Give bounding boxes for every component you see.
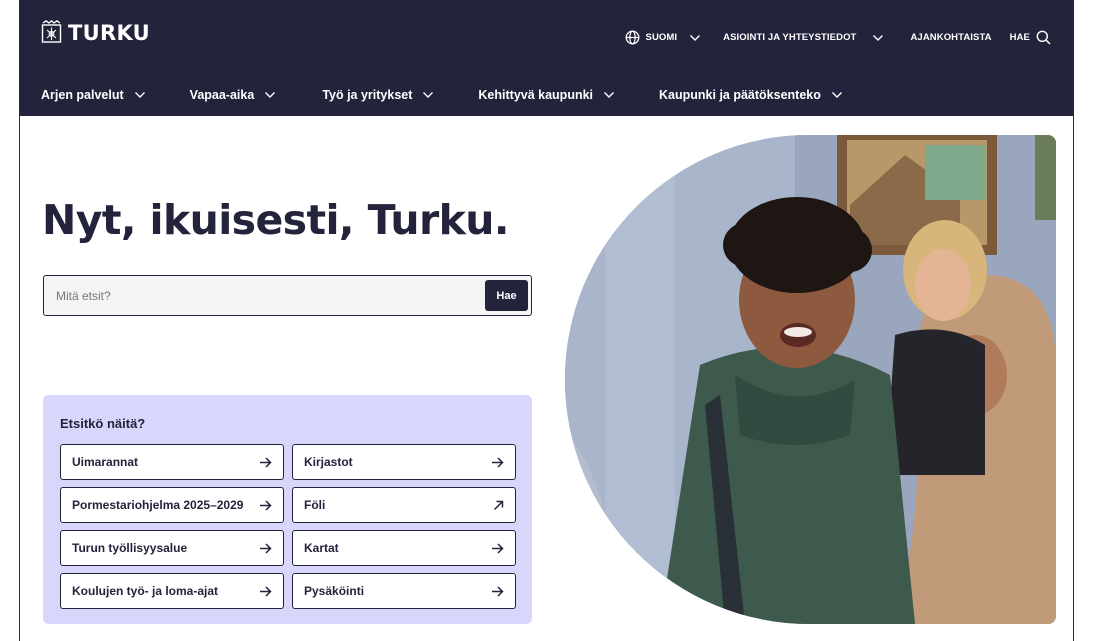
chevron-down-icon xyxy=(873,34,884,41)
quick-link-label: Pormestariohjelma 2025–2029 xyxy=(72,498,244,512)
quick-link-label: Koulujen työ- ja loma-ajat xyxy=(72,584,219,598)
nav-item-label: Työ ja yritykset xyxy=(322,88,413,102)
arrow-right-icon xyxy=(492,456,504,468)
language-selector[interactable]: SUOMI xyxy=(625,30,702,45)
students-photo-illustration xyxy=(565,135,1056,624)
quick-link-label: Föli xyxy=(304,498,326,512)
services-contacts-label: ASIOINTI JA YHTEYSTIEDOT xyxy=(723,32,857,43)
search-button[interactable]: Hae xyxy=(485,280,528,311)
chevron-down-icon xyxy=(134,92,145,98)
quick-link-label: Uimarannat xyxy=(72,455,139,469)
quick-link-beaches[interactable]: Uimarannat xyxy=(60,444,284,480)
site-search-label: HAE xyxy=(1009,32,1030,43)
news-label: AJANKOHTAISTA xyxy=(910,32,992,43)
logo-wordmark: TURKU xyxy=(68,20,151,45)
arrow-right-icon xyxy=(260,499,272,511)
quick-link-maps[interactable]: Kartat xyxy=(292,530,516,566)
chevron-down-icon xyxy=(690,34,701,41)
main-nav: Arjen palvelut Vapaa-aika Työ ja yrityks… xyxy=(41,88,843,102)
globe-icon xyxy=(625,30,639,45)
arrow-right-icon xyxy=(260,542,272,554)
suggestions-title: Etsitkö näitä? xyxy=(60,416,146,431)
quick-link-label: Pysäköinti xyxy=(304,584,365,598)
suggestions-grid: Uimarannat Kirjastot Pormestariohjelma 2… xyxy=(60,444,516,609)
quick-link-foli[interactable]: Föli xyxy=(292,487,516,523)
quick-link-school-terms[interactable]: Koulujen työ- ja loma-ajat xyxy=(60,573,284,609)
search-icon xyxy=(1036,30,1051,45)
nav-item-label: Kaupunki ja päätöksenteko xyxy=(659,88,821,102)
quick-link-employment-area[interactable]: Turun työllisyysalue xyxy=(60,530,284,566)
arrow-right-icon xyxy=(260,456,272,468)
services-contacts-menu[interactable]: ASIOINTI JA YHTEYSTIEDOT xyxy=(723,32,884,43)
hero-search: Hae xyxy=(43,275,532,316)
site-header: TURKU SUOMI ASIOINTI JA YHTEYSTIEDOT AJA… xyxy=(20,0,1073,116)
quick-link-label: Turun työllisyysalue xyxy=(72,541,188,555)
quick-link-parking[interactable]: Pysäköinti xyxy=(292,573,516,609)
chevron-down-icon xyxy=(265,92,276,98)
quick-link-libraries[interactable]: Kirjastot xyxy=(292,444,516,480)
nav-item-label: Arjen palvelut xyxy=(41,88,124,102)
external-arrow-icon xyxy=(493,500,504,510)
chevron-down-icon xyxy=(831,92,842,98)
arrow-right-icon xyxy=(492,542,504,554)
search-input[interactable] xyxy=(44,276,474,315)
site-logo[interactable]: TURKU xyxy=(41,20,150,45)
nav-item-label: Kehittyvä kaupunki xyxy=(478,88,594,102)
utility-nav: SUOMI ASIOINTI JA YHTEYSTIEDOT AJANKOHTA… xyxy=(625,30,1051,45)
quick-link-label: Kirjastot xyxy=(304,455,353,469)
nav-item-leisure[interactable]: Vapaa-aika xyxy=(190,88,277,102)
nav-item-developing-city[interactable]: Kehittyvä kaupunki xyxy=(478,88,615,102)
language-label: SUOMI xyxy=(645,32,678,43)
page-frame: TURKU SUOMI ASIOINTI JA YHTEYSTIEDOT AJA… xyxy=(19,0,1074,641)
hero-title: Nyt, ikuisesti, Turku. xyxy=(42,196,509,244)
nav-item-label: Vapaa-aika xyxy=(189,88,255,102)
nav-item-city-decision-making[interactable]: Kaupunki ja päätöksenteko xyxy=(659,88,843,102)
turku-crest-icon xyxy=(41,20,62,43)
arrow-right-icon xyxy=(260,585,272,597)
chevron-down-icon xyxy=(604,92,615,98)
quick-link-label: Kartat xyxy=(304,541,339,555)
news-link[interactable]: AJANKOHTAISTA xyxy=(910,32,991,43)
nav-item-daily-services[interactable]: Arjen palvelut xyxy=(41,88,146,102)
arrow-right-icon xyxy=(492,585,504,597)
hero-image xyxy=(565,135,1056,624)
quick-link-mayor-programme[interactable]: Pormestariohjelma 2025–2029 xyxy=(60,487,284,523)
chevron-down-icon xyxy=(423,92,434,98)
suggestions-box: Etsitkö näitä? Uimarannat Kirjastot Porm… xyxy=(43,395,532,624)
nav-item-work-business[interactable]: Työ ja yritykset xyxy=(322,88,434,102)
site-search-toggle[interactable]: HAE xyxy=(1010,30,1051,45)
